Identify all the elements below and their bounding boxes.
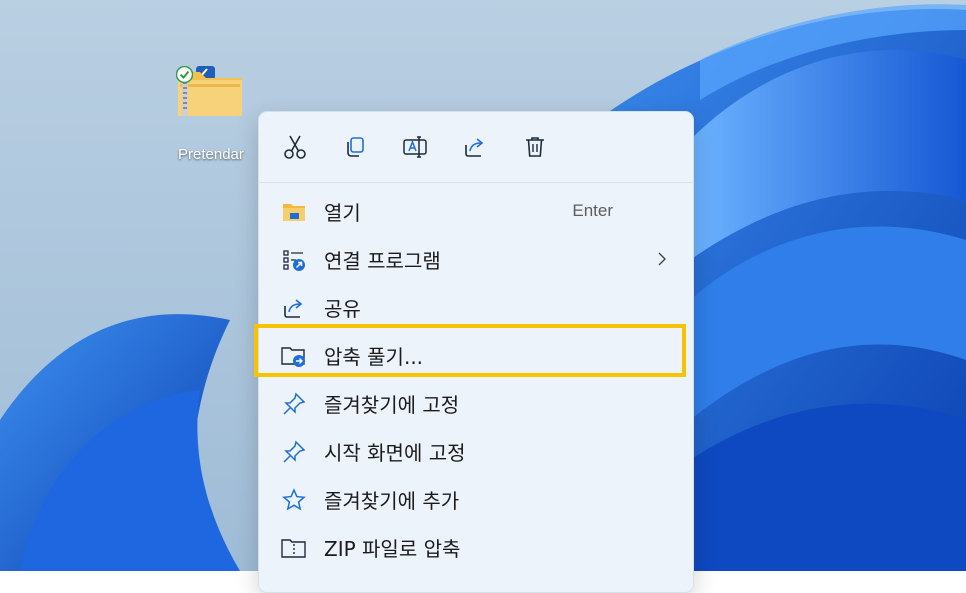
star-icon: [281, 487, 307, 513]
menu-item-pin-start[interactable]: 시작 화면에 고정: [259, 427, 693, 475]
open-with-icon: [281, 247, 307, 273]
menu-item-open[interactable]: 열기 Enter: [259, 187, 693, 235]
menu-item-label: 즐겨찾기에 고정: [324, 392, 460, 417]
sync-check-icon: [176, 66, 193, 83]
menu-item-open-with[interactable]: 연결 프로그램: [259, 235, 693, 283]
menu-item-label: 공유: [324, 296, 361, 321]
rename-icon: [403, 136, 427, 158]
quick-action-bar: [259, 112, 693, 183]
file-name-label: Pretendar: [178, 146, 244, 163]
menu-item-add-favorites[interactable]: 즐겨찾기에 추가: [259, 475, 693, 523]
menu-item-compress-zip[interactable]: ZIP 파일로 압축: [259, 523, 693, 571]
extract-icon: [281, 343, 307, 369]
rename-button[interactable]: [393, 125, 437, 169]
shortcut-text: Enter: [572, 201, 613, 220]
menu-item-label: 연결 프로그램: [324, 248, 441, 273]
menu-item-label: 열기: [324, 200, 361, 225]
menu-item-label: ZIP 파일로 압축: [324, 536, 461, 561]
menu-item-label: 즐겨찾기에 추가: [324, 488, 460, 513]
share-icon: [465, 138, 484, 157]
menu-item-share[interactable]: 공유: [259, 283, 693, 331]
chevron-right-icon: [658, 252, 666, 266]
context-menu: 열기 Enter 연결 프로그램 공유 압축 풀기... 즐겨찾기에 고정 시작…: [258, 111, 694, 593]
trash-icon: [526, 137, 544, 157]
copy-icon: [347, 137, 364, 157]
copy-button[interactable]: [333, 125, 377, 169]
share-quick-button[interactable]: [453, 125, 497, 169]
menu-item-label: 압축 풀기...: [324, 344, 424, 369]
cut-button[interactable]: [273, 125, 317, 169]
pin-icon: [281, 391, 307, 417]
scissors-icon: [284, 135, 306, 159]
menu-item-pin-quick-access[interactable]: 즐겨찾기에 고정: [259, 379, 693, 427]
share-icon: [281, 295, 307, 321]
pin-icon: [281, 439, 307, 465]
delete-button[interactable]: [513, 125, 557, 169]
menu-item-label: 시작 화면에 고정: [324, 440, 466, 465]
menu-item-extract-all[interactable]: 압축 풀기...: [259, 331, 693, 379]
zip-icon: [281, 535, 307, 561]
folder-icon: [281, 199, 307, 225]
